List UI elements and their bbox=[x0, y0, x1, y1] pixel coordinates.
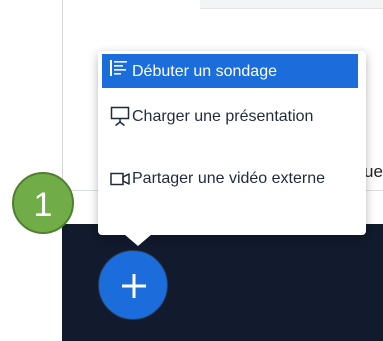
menu-item-label: Charger une présentation bbox=[132, 108, 314, 125]
presentation-icon bbox=[102, 106, 132, 132]
menu-item-label: Débuter un sondage bbox=[132, 62, 277, 80]
top-panel bbox=[200, 0, 383, 9]
menu-item-label: Partager une vidéo externe bbox=[132, 170, 326, 187]
poll-icon bbox=[102, 60, 132, 82]
plus-icon bbox=[122, 274, 146, 298]
actions-add-button[interactable] bbox=[98, 250, 168, 320]
menu-item-share-external-video[interactable]: Partager une vidéo externe bbox=[102, 168, 358, 192]
menu-pointer-arrow bbox=[124, 234, 152, 246]
step-number: 1 bbox=[33, 186, 53, 224]
video-icon bbox=[102, 168, 132, 192]
left-strip bbox=[0, 0, 62, 341]
actions-menu: Débuter un sondage Charger une présentat… bbox=[98, 51, 366, 235]
menu-item-start-poll[interactable]: Débuter un sondage bbox=[102, 54, 358, 88]
background-partial-text: ue bbox=[364, 162, 383, 181]
step-number-callout: 1 bbox=[12, 172, 74, 234]
menu-item-upload-presentation[interactable]: Charger une présentation bbox=[102, 106, 358, 132]
